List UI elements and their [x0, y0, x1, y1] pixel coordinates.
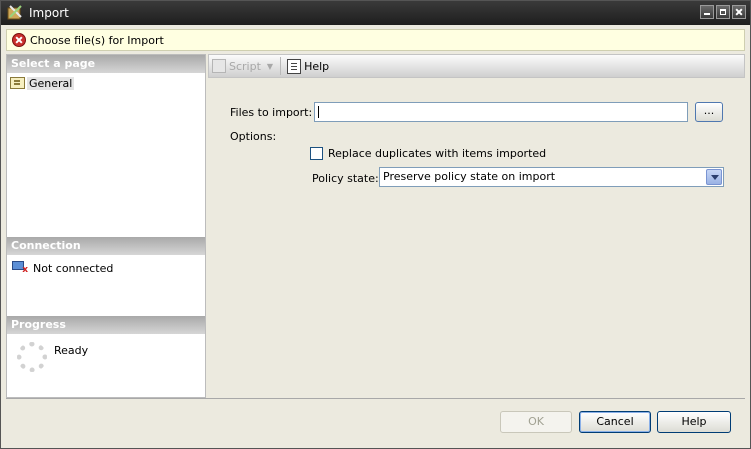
- message-bar: Choose file(s) for Import: [6, 29, 745, 51]
- text-caret: [318, 106, 319, 118]
- replace-duplicates-checkbox[interactable]: [310, 147, 323, 160]
- footer-divider: [6, 398, 745, 399]
- progress-spinner-icon: [17, 342, 47, 372]
- error-icon: [12, 33, 26, 47]
- title-bar[interactable]: Import: [1, 1, 750, 25]
- ok-button[interactable]: OK: [500, 411, 572, 433]
- policy-state-label: Policy state:: [312, 172, 379, 185]
- chevron-down-icon[interactable]: ▼: [267, 62, 273, 71]
- connection-header: Connection: [7, 237, 205, 255]
- select-page-header: Select a page: [7, 55, 205, 73]
- window-controls: [700, 5, 746, 19]
- replace-duplicates-label[interactable]: Replace duplicates with items imported: [328, 147, 546, 160]
- help-icon: [287, 58, 302, 74]
- connection-status-text: Not connected: [33, 261, 114, 275]
- computer-disconnected-icon: x: [12, 261, 28, 275]
- left-panel: Select a page General Connection x Not c…: [6, 54, 206, 398]
- page-item-general[interactable]: General: [10, 75, 75, 91]
- connection-status: x Not connected: [12, 261, 113, 275]
- toolbar-separator: [280, 57, 282, 75]
- chevron-down-icon[interactable]: [706, 169, 722, 185]
- import-icon: [7, 5, 22, 20]
- script-button[interactable]: Script ▼: [209, 56, 276, 76]
- page-item-label: General: [27, 76, 75, 90]
- policy-state-select[interactable]: Preserve policy state on import: [379, 167, 724, 187]
- script-icon: [212, 59, 226, 73]
- minimize-button[interactable]: [700, 5, 714, 19]
- progress-status-text: Ready: [54, 344, 89, 357]
- files-to-import-input[interactable]: [314, 102, 688, 122]
- browse-button[interactable]: ...: [695, 102, 723, 122]
- progress-header: Progress: [7, 316, 205, 334]
- files-to-import-label: Files to import:: [230, 106, 313, 119]
- script-label: Script: [229, 59, 261, 73]
- import-dialog: Import Choose file(s) for Import Select …: [0, 0, 751, 449]
- message-text: Choose file(s) for Import: [30, 33, 164, 47]
- policy-state-value: Preserve policy state on import: [383, 170, 556, 183]
- toolbar: Script ▼ Help: [208, 54, 745, 78]
- help-toolbar-button[interactable]: Help: [284, 56, 332, 76]
- cancel-button[interactable]: Cancel: [579, 411, 651, 433]
- maximize-button[interactable]: [716, 5, 730, 19]
- progress-status: Ready: [17, 342, 88, 372]
- help-toolbar-label: Help: [304, 59, 330, 73]
- window-title: Import: [29, 6, 69, 20]
- help-button[interactable]: Help: [657, 411, 731, 433]
- options-label: Options:: [230, 130, 277, 143]
- general-page-icon: [10, 77, 25, 89]
- close-button[interactable]: [732, 5, 746, 19]
- general-page-content: Files to import: ... Options: Replace du…: [208, 79, 745, 398]
